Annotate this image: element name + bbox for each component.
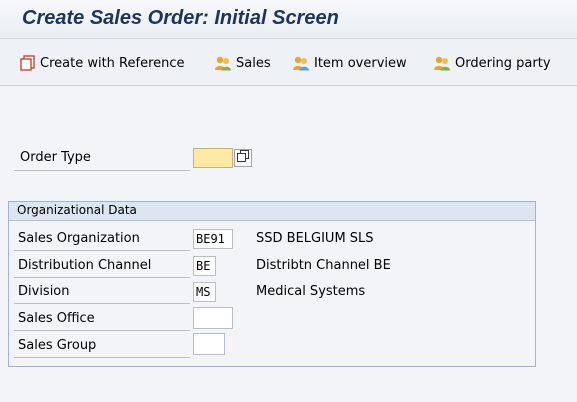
division-description: Medical Systems: [256, 284, 366, 299]
order-type-label: Order Type: [20, 150, 91, 165]
sales-button[interactable]: Sales: [214, 53, 271, 73]
item-overview-label: Item overview: [314, 55, 407, 71]
sales-group-input[interactable]: [193, 333, 225, 355]
page-title: Create Sales Order: Initial Screen: [22, 7, 339, 29]
ordering-party-icon: [433, 55, 451, 71]
order-type-underline: [14, 170, 190, 171]
sales-organization-description: SSD BELGIUM SLS: [256, 231, 374, 246]
sales-organization-label: Sales Organization: [18, 231, 140, 246]
division-underline: [14, 303, 190, 304]
sales-group-underline: [14, 357, 190, 358]
item-overview-button[interactable]: Item overview: [292, 53, 407, 73]
value-help-icon: [237, 150, 249, 166]
division-label: Division: [18, 284, 70, 299]
sales-office-underline: [14, 330, 190, 331]
distribution-channel-description: Distribtn Channel BE: [256, 258, 391, 273]
organizational-data-header: Organizational Data: [9, 202, 535, 221]
sales-organization-underline: [14, 250, 190, 251]
order-type-input[interactable]: [193, 148, 233, 168]
sales-office-label: Sales Office: [18, 311, 95, 326]
title-bar: Create Sales Order: Initial Screen: [0, 0, 577, 39]
sales-organization-input[interactable]: BE91: [193, 229, 233, 249]
organizational-data-title: Organizational Data: [17, 203, 137, 217]
application-toolbar: Create with Reference Sales Item overvie…: [0, 39, 577, 86]
sales-label: Sales: [236, 55, 271, 71]
order-type-value-help-button[interactable]: [234, 149, 252, 167]
create-with-reference-label: Create with Reference: [40, 55, 185, 71]
ordering-party-button[interactable]: Ordering party: [433, 53, 551, 73]
sales-icon: [214, 55, 232, 71]
distribution-channel-underline: [14, 277, 190, 278]
ordering-party-label: Ordering party: [455, 55, 551, 71]
create-with-reference-icon: [20, 55, 36, 71]
sales-office-input[interactable]: [193, 307, 233, 329]
create-with-reference-button[interactable]: Create with Reference: [20, 53, 185, 73]
sales-group-label: Sales Group: [18, 338, 97, 353]
distribution-channel-input[interactable]: BE: [193, 256, 216, 276]
division-input[interactable]: MS: [193, 282, 216, 302]
item-overview-icon: [292, 55, 310, 71]
distribution-channel-label: Distribution Channel: [18, 258, 152, 273]
